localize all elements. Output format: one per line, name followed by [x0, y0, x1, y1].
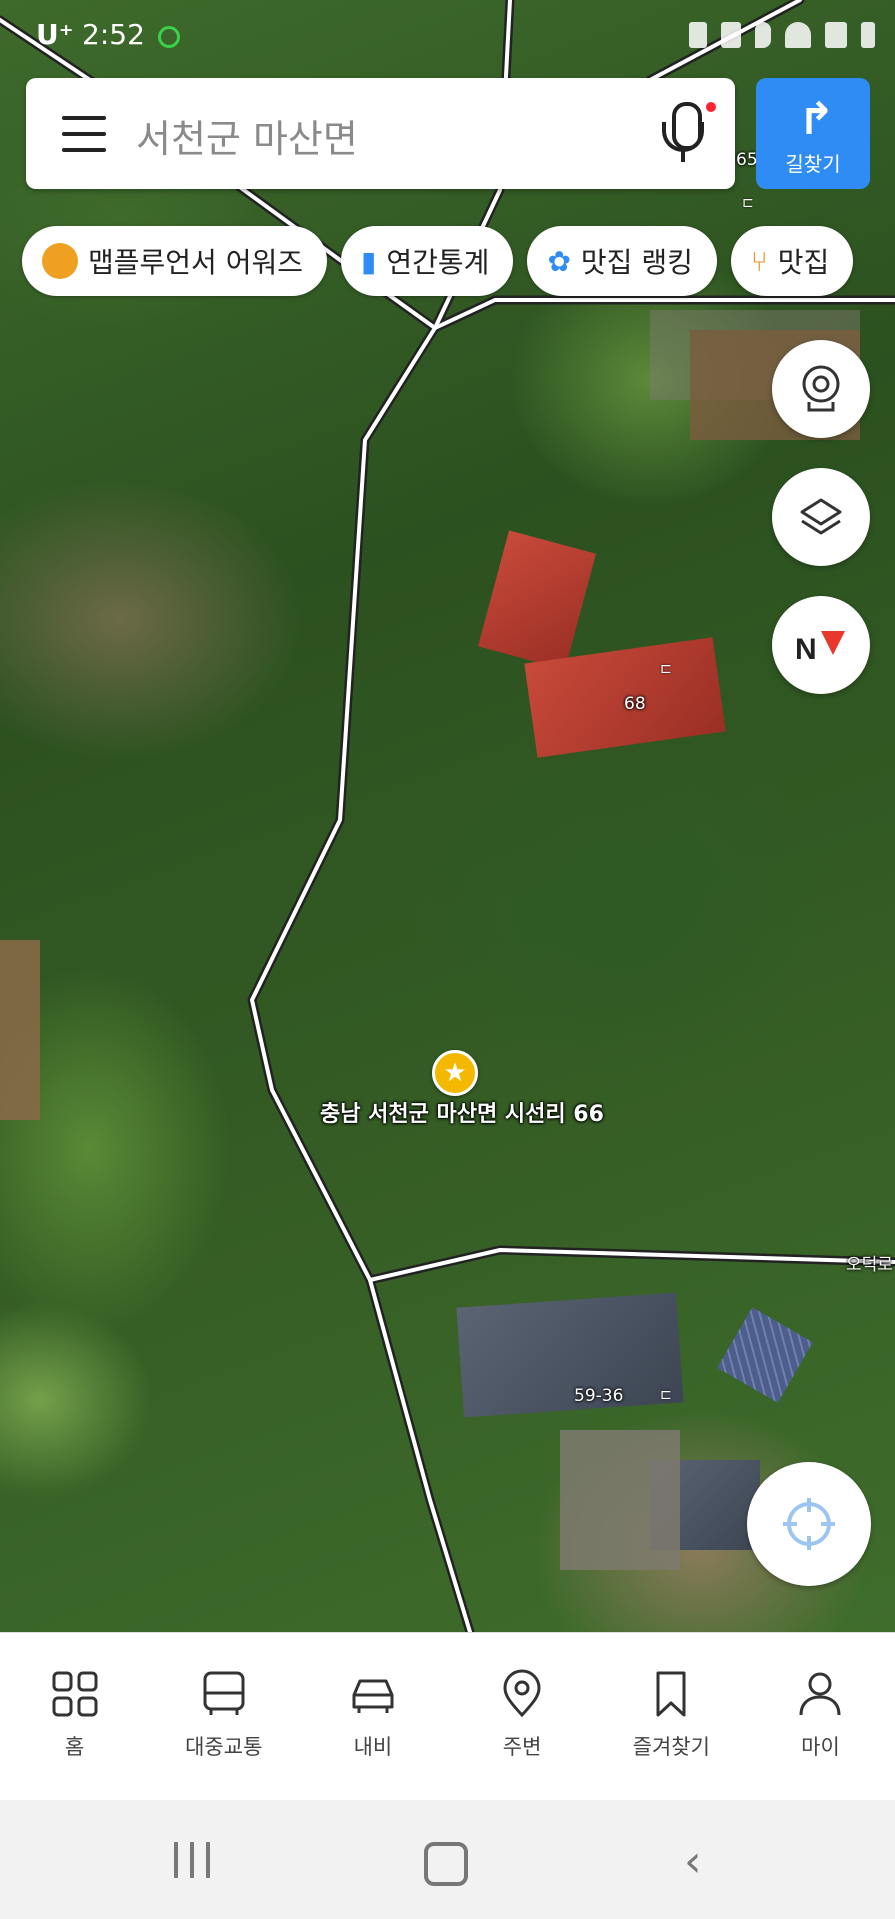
recording-dot — [706, 102, 716, 112]
signal-icon — [825, 22, 847, 48]
chip-restaurants[interactable]: ⑂ 맛집 — [730, 226, 854, 296]
home-icon[interactable] — [424, 1842, 468, 1886]
nav-my[interactable]: 마이 — [746, 1633, 895, 1801]
nav-label: 주변 — [502, 1735, 542, 1759]
entrance-icon: ⊏ — [660, 1387, 672, 1403]
building-number: 59-36 — [574, 1386, 624, 1406]
current-location-button[interactable] — [747, 1462, 871, 1586]
compass-icon: N — [795, 631, 845, 666]
chip-label: 맵플루언서 어워즈 — [88, 246, 303, 279]
entrance-icon: ⊏ — [742, 195, 754, 211]
vibrate-icon — [721, 22, 741, 48]
map-layers-button[interactable] — [772, 468, 870, 566]
nav-label: 마이 — [801, 1735, 840, 1759]
search-query[interactable]: 서천군 마산면 — [136, 108, 358, 163]
road-label: 오덕로 — [846, 1255, 893, 1275]
nav-label: 대중교통 — [185, 1735, 263, 1759]
nav-nearby[interactable]: 주변 — [448, 1633, 597, 1801]
nav-favorites[interactable]: 즐겨찾기 — [597, 1633, 746, 1801]
location-icon — [755, 22, 771, 48]
ranking-pin-icon: ✿ — [547, 244, 571, 278]
marker-label[interactable]: 충남 서천군 마산면 시선리 66 — [320, 1096, 604, 1128]
nav-home[interactable]: 홈 — [0, 1633, 149, 1801]
sync-icon — [158, 26, 180, 48]
directions-label: 길찾기 — [785, 152, 841, 176]
svg-text:N: N — [795, 633, 817, 666]
back-icon[interactable]: ‹ — [684, 1840, 702, 1884]
carrier-label: U⁺ — [36, 18, 74, 51]
compass-button[interactable]: N — [772, 596, 870, 694]
grid-icon — [52, 1671, 98, 1717]
building-number: 68 — [624, 694, 646, 714]
entrance-icon: ⊏ — [660, 661, 672, 677]
chip-label: 연간통계 — [386, 246, 490, 279]
wifi-icon — [785, 22, 811, 48]
layers-icon — [800, 498, 842, 535]
location-pin-icon — [503, 1669, 541, 1718]
nav-navi[interactable]: 내비 — [298, 1633, 447, 1801]
nav-label: 내비 — [353, 1735, 393, 1759]
place-marker-star-icon[interactable]: ★ — [432, 1050, 478, 1096]
quick-chips: 맵플루언서 어워즈 ▮ 연간통계 ✿ 맛집 랭킹 ⑂ 맛집 — [22, 226, 854, 296]
building-number: 65 — [736, 150, 758, 170]
bottom-navigation: 홈 대중교통 내비 주변 즐겨찾기 마이 — [0, 1632, 895, 1801]
car-icon — [352, 1679, 394, 1713]
microphone-icon[interactable] — [656, 102, 716, 166]
bar-chart-icon: ▮ — [360, 244, 377, 278]
utensils-icon: ⑂ — [750, 244, 768, 278]
chip-restaurant-ranking[interactable]: ✿ 맛집 랭킹 — [527, 226, 717, 296]
battery-icon — [861, 22, 875, 48]
nav-label: 즐겨찾기 — [632, 1735, 710, 1759]
crosshair-icon — [783, 1498, 835, 1550]
person-icon — [799, 1672, 841, 1716]
search-bar[interactable]: 서천군 마산면 — [26, 78, 735, 189]
bookmark-icon — [656, 1671, 686, 1717]
system-navigation-bar: ‹ — [0, 1800, 895, 1919]
nav-label: 홈 — [64, 1735, 85, 1759]
status-time: 2:52 — [82, 18, 145, 51]
kakao-bear-icon — [42, 243, 78, 279]
status-icons — [689, 22, 875, 48]
chip-mapfluencer-awards[interactable]: 맵플루언서 어워즈 — [22, 226, 327, 296]
chip-annual-stats[interactable]: ▮ 연간통계 — [340, 226, 514, 296]
status-bar: U⁺ 2:52 — [0, 0, 895, 72]
bus-icon — [203, 1671, 245, 1715]
directions-button[interactable]: ↱ 길찾기 — [756, 78, 870, 189]
chip-label: 맛집 — [777, 246, 830, 279]
hamburger-menu-icon[interactable] — [62, 116, 106, 152]
battery-saver-icon — [689, 22, 707, 48]
roadview-button[interactable] — [772, 340, 870, 438]
turn-right-arrow-icon: ↱ — [798, 94, 835, 145]
nav-transit[interactable]: 대중교통 — [149, 1633, 298, 1801]
chip-label: 맛집 랭킹 — [580, 246, 693, 279]
roadview-camera-icon — [802, 365, 840, 412]
recent-apps-icon[interactable] — [174, 1842, 214, 1878]
